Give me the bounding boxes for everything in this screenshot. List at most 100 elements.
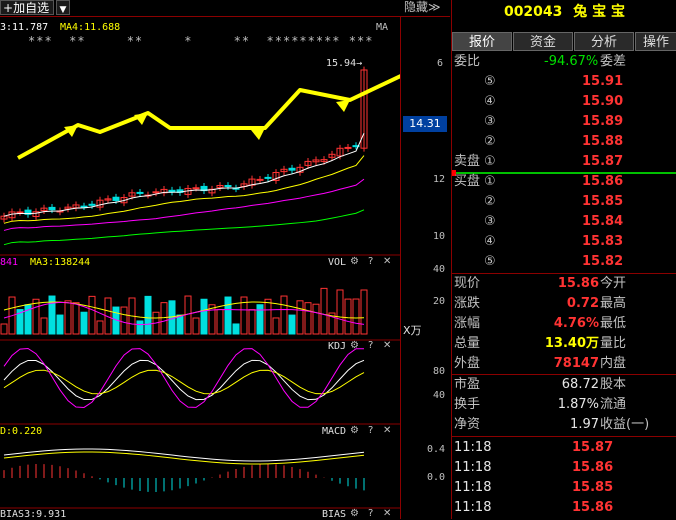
- order-price: 15.88: [582, 134, 624, 149]
- sell-order-row[interactable]: 卖盘 ① 15.87: [452, 152, 676, 172]
- sell-side-label: 卖盘: [454, 154, 481, 169]
- volume-bar: [120, 306, 128, 335]
- quote2-label-2: 股本: [600, 377, 627, 392]
- buy-order-row[interactable]: ③ 15.84: [452, 212, 676, 232]
- quote-row: 涨幅 4.76% 最低: [452, 314, 676, 334]
- quote-value: 15.86: [557, 276, 599, 291]
- quote2-label: 市盈: [454, 377, 481, 392]
- volume-bar: [304, 302, 312, 335]
- candle-body: [48, 206, 56, 211]
- ytick-main-10: 10: [433, 231, 446, 242]
- quote2-value: 68.72: [561, 377, 599, 392]
- order-price: 15.91: [582, 74, 624, 89]
- kdj-help-icon[interactable]: ?: [368, 340, 373, 351]
- volume-bar: [272, 317, 280, 335]
- order-level: ④: [484, 94, 496, 109]
- ma-tag[interactable]: MA: [376, 22, 388, 33]
- tab-operation[interactable]: 操作: [635, 32, 676, 51]
- tab-quote[interactable]: 报价: [452, 32, 512, 51]
- quote-row: 总量 13.40万 量比: [452, 334, 676, 354]
- tick-price: 15.87: [572, 440, 614, 455]
- kdj-gear-icon[interactable]: ⚙: [350, 340, 359, 351]
- kdj-line: [3, 369, 365, 395]
- macd-close-icon[interactable]: ✕: [383, 425, 391, 436]
- order-level: ②: [484, 134, 496, 149]
- quote-label: 涨跌: [454, 296, 481, 311]
- tick-row: 11:18 15.87: [452, 438, 676, 458]
- tick-price: 15.86: [572, 500, 614, 515]
- ytick-macd-00: 0.0: [427, 472, 446, 483]
- buy-order-row[interactable]: ④ 15.83: [452, 232, 676, 252]
- quote2-row: 市盈 68.72 股本: [452, 375, 676, 395]
- tick-price: 15.86: [572, 460, 614, 475]
- candle-body: [264, 176, 272, 179]
- volume-bar: [136, 320, 144, 335]
- volume-bar: [352, 298, 360, 335]
- macd-help-icon[interactable]: ?: [368, 425, 373, 436]
- kdj-close-icon[interactable]: ✕: [383, 340, 391, 351]
- kdj-line: [3, 359, 365, 401]
- order-level: ④: [484, 234, 496, 249]
- hide-panel-button[interactable]: 隐藏≫: [404, 0, 441, 15]
- vol-panel-name: VOL: [328, 257, 347, 268]
- vol-close-icon[interactable]: ✕: [383, 256, 391, 267]
- sell-order-row[interactable]: ④ 15.90: [452, 92, 676, 112]
- volume-bar: [312, 303, 320, 335]
- caret-down-icon: ▼: [59, 5, 67, 15]
- vol-gear-icon[interactable]: ⚙: [350, 256, 359, 267]
- order-level: ②: [484, 194, 496, 209]
- macd-gear-icon[interactable]: ⚙: [350, 425, 359, 436]
- order-level: ③: [484, 114, 496, 129]
- add-favorite-button[interactable]: +加自选: [0, 0, 54, 15]
- bias-close-icon[interactable]: ✕: [383, 508, 391, 519]
- candle-body: [112, 196, 120, 201]
- tick-time: 11:18: [454, 440, 492, 455]
- add-favorite-label: 加自选: [13, 1, 50, 15]
- candle-body: [256, 178, 264, 181]
- quote-label-2: 最高: [600, 296, 627, 311]
- macd-d-label: D:0.220: [0, 426, 43, 437]
- sell-order-row[interactable]: ③ 15.89: [452, 112, 676, 132]
- volume-bar: [280, 295, 288, 335]
- quote-value: 0.72: [566, 296, 599, 311]
- candle-body: [136, 191, 144, 194]
- peak-price-label: 15.94→: [326, 58, 363, 69]
- order-price: 15.86: [582, 174, 624, 189]
- current-price-badge: 14.31: [403, 116, 447, 132]
- tab-operation-label: 操作: [642, 35, 669, 50]
- quote-label-2: 今开: [600, 276, 627, 291]
- sell-order-row[interactable]: ② 15.88: [452, 132, 676, 152]
- section-divider-3: [452, 436, 676, 437]
- dropdown-button[interactable]: ▼: [56, 0, 70, 15]
- volume-bar: [80, 311, 88, 335]
- sell-order-row[interactable]: ⑤ 15.91: [452, 72, 676, 92]
- plus-icon: +: [3, 1, 14, 15]
- vol-ma-label: 841: [0, 257, 19, 268]
- signal-stars: *** ** ** * ** ********* ***: [28, 34, 374, 48]
- volume-bar: [248, 309, 256, 335]
- quote2-label: 换手: [454, 397, 481, 412]
- candle-body: [224, 184, 232, 187]
- quote-label-2: 内盘: [600, 356, 627, 371]
- candle-body: [288, 167, 296, 171]
- stock-header: 002043 兔 宝 宝: [452, 0, 676, 24]
- arrow-head: [251, 128, 265, 140]
- buy-order-row[interactable]: ② 15.85: [452, 192, 676, 212]
- order-level: ⑤: [484, 254, 496, 269]
- quote-value: 4.76%: [553, 316, 599, 331]
- order-price: 15.90: [582, 94, 624, 109]
- arrow-head: [336, 100, 350, 112]
- quote-label: 现价: [454, 276, 481, 291]
- tab-funds[interactable]: 资金: [513, 32, 573, 51]
- quote2-value: 1.97: [570, 417, 599, 432]
- moving-average-line: [3, 132, 365, 217]
- bias-gear-icon[interactable]: ⚙: [350, 508, 359, 519]
- order-level: ⑤: [484, 74, 496, 89]
- buy-order-row[interactable]: ⑤ 15.82: [452, 252, 676, 272]
- buy-order-row[interactable]: 买盘 ① 15.86: [452, 172, 676, 192]
- volume-bar: [32, 298, 40, 335]
- tab-analysis[interactable]: 分析: [574, 32, 634, 51]
- bias-help-icon[interactable]: ?: [368, 508, 373, 519]
- vol-help-icon[interactable]: ?: [368, 256, 373, 267]
- buy-side-label: 买盘: [454, 174, 481, 189]
